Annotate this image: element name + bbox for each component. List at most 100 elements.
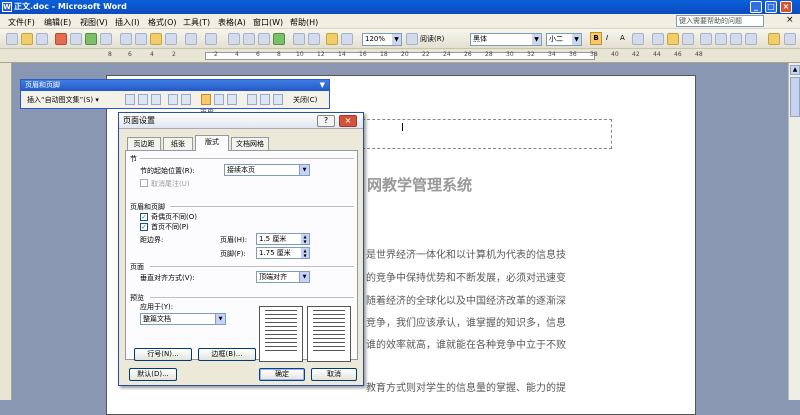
new-document-icon[interactable] xyxy=(6,33,18,45)
menu-format[interactable]: 格式(O) xyxy=(148,17,177,28)
page-setup-icon[interactable] xyxy=(201,94,211,105)
save-icon[interactable] xyxy=(36,33,48,45)
paste-icon[interactable] xyxy=(150,33,162,45)
header-footer-toolbar-title[interactable]: 页眉和页脚 ▼ xyxy=(21,80,329,91)
strikethrough-icon[interactable] xyxy=(632,33,644,45)
insert-table-icon[interactable] xyxy=(258,33,270,45)
insert-time-icon[interactable] xyxy=(181,94,191,105)
format-page-number-icon[interactable] xyxy=(151,94,161,105)
ok-button[interactable]: 确定 xyxy=(259,368,305,381)
spinner-icon[interactable]: ▲ ▼ xyxy=(301,234,309,244)
zoom-select[interactable]: 120% ▼ xyxy=(362,33,402,46)
spinner-icon[interactable]: ▲ ▼ xyxy=(301,248,309,258)
print-preview-icon[interactable] xyxy=(70,33,82,45)
read-mode-button[interactable]: 阅读(R) xyxy=(420,34,444,44)
insert-date-icon[interactable] xyxy=(168,94,178,105)
document-line: 教育方式则对学生的信息量的掌握、能力的提 xyxy=(366,383,566,394)
show-document-text-icon[interactable] xyxy=(214,94,224,105)
justify-icon[interactable] xyxy=(667,33,679,45)
switch-header-footer-icon[interactable] xyxy=(247,94,257,105)
first-page-different-checkbox[interactable]: ✓ xyxy=(140,223,148,231)
menu-tools[interactable]: 工具(T) xyxy=(183,17,210,28)
vertical-ruler[interactable] xyxy=(0,63,12,400)
menu-help[interactable]: 帮助(H) xyxy=(290,17,318,28)
tab-margins[interactable]: 页边距 xyxy=(127,137,161,150)
columns-icon[interactable] xyxy=(293,33,305,45)
redo-icon[interactable] xyxy=(205,33,217,45)
decrease-indent-icon[interactable] xyxy=(730,33,742,45)
vertical-alignment-select[interactable]: 顶端对齐 ▼ xyxy=(256,271,310,283)
tab-paper[interactable]: 纸张 xyxy=(163,137,193,150)
ruler-number: 18 xyxy=(380,51,388,58)
scroll-up-icon[interactable]: ▲ xyxy=(790,65,800,75)
scroll-thumb[interactable] xyxy=(790,77,800,117)
menu-file[interactable]: 文件(F) xyxy=(8,17,35,28)
odd-even-different-checkbox[interactable]: ✓ xyxy=(140,213,148,221)
section-start-select[interactable]: 接续本页 ▼ xyxy=(224,164,310,176)
show-formatting-icon[interactable] xyxy=(341,33,353,45)
header-distance-input[interactable]: 1.5 厘米 ▲ ▼ xyxy=(256,233,310,245)
copy-icon[interactable] xyxy=(135,33,147,45)
spelling-icon[interactable] xyxy=(85,33,97,45)
drawing-icon[interactable] xyxy=(308,33,320,45)
insert-page-number-icon[interactable] xyxy=(125,94,135,105)
bold-button[interactable]: B xyxy=(590,32,602,45)
dialog-help-button[interactable]: ? xyxy=(317,115,335,127)
show-next-icon[interactable] xyxy=(273,94,283,105)
minimize-button[interactable]: _ xyxy=(750,1,762,13)
borders-button[interactable]: 边框(B)... xyxy=(198,348,256,361)
close-document-button[interactable]: × xyxy=(786,15,794,25)
format-painter-icon[interactable] xyxy=(165,33,177,45)
footer-distance-input[interactable]: 1.75 厘米 ▲ ▼ xyxy=(256,247,310,259)
menu-table[interactable]: 表格(A) xyxy=(218,17,246,28)
print-icon[interactable] xyxy=(55,33,67,45)
apply-to-select[interactable]: 整篇文档 ▼ xyxy=(140,313,226,325)
numbering-icon[interactable] xyxy=(700,33,712,45)
same-as-previous-icon[interactable] xyxy=(227,94,237,105)
menu-view[interactable]: 视图(V) xyxy=(80,17,108,28)
open-folder-icon[interactable] xyxy=(21,33,33,45)
dialog-close-button[interactable]: × xyxy=(339,115,357,127)
character-scale-button[interactable]: A xyxy=(620,34,625,42)
close-header-footer-button[interactable]: 关闭(C) xyxy=(293,95,317,105)
default-button[interactable]: 默认(D)... xyxy=(129,368,177,381)
close-window-button[interactable]: × xyxy=(780,1,792,13)
align-left-icon[interactable] xyxy=(652,33,664,45)
insert-page-count-icon[interactable] xyxy=(138,94,148,105)
help-search-input[interactable]: 键入需要帮助的问题 xyxy=(676,15,764,27)
toolbar-options-icon[interactable]: ▼ xyxy=(320,80,325,91)
font-size-select[interactable]: 小二 ▼ xyxy=(546,33,582,46)
cancel-button[interactable]: 取消 xyxy=(311,368,357,381)
show-previous-icon[interactable] xyxy=(260,94,270,105)
menu-window[interactable]: 窗口(W) xyxy=(253,17,283,28)
menu-insert[interactable]: 插入(I) xyxy=(115,17,140,28)
tables-borders-icon[interactable] xyxy=(243,33,255,45)
dialog-title-bar[interactable]: 页面设置 ? × xyxy=(119,113,363,129)
chevron-down-icon: ▼ xyxy=(215,314,225,324)
font-color-icon[interactable] xyxy=(768,33,780,45)
menu-edit[interactable]: 编辑(E) xyxy=(44,17,71,28)
italic-button[interactable]: I xyxy=(606,34,608,42)
research-icon[interactable] xyxy=(100,33,112,45)
insert-excel-icon[interactable] xyxy=(273,33,285,45)
page-setup-dialog: 页面设置 ? × 页边距 纸张 版式 文档网格 节 节的起始位置(R): 接续本… xyxy=(118,112,364,386)
document-map-icon[interactable] xyxy=(326,33,338,45)
maximize-button[interactable]: □ xyxy=(765,1,777,13)
font-select[interactable]: 黑体 ▼ xyxy=(470,33,542,46)
help-icon[interactable] xyxy=(406,33,418,45)
line-spacing-icon[interactable] xyxy=(682,33,694,45)
insert-autotext-button[interactable]: 插入“自动图文集”(S) ▾ xyxy=(27,95,99,105)
tab-document-grid[interactable]: 文档网格 xyxy=(231,137,269,150)
bullets-icon[interactable] xyxy=(715,33,727,45)
hyperlink-icon[interactable] xyxy=(228,33,240,45)
vertical-scrollbar[interactable]: ▲ xyxy=(788,63,800,400)
font-size-value: 小二 xyxy=(549,35,563,43)
undo-icon[interactable] xyxy=(185,33,197,45)
horizontal-ruler[interactable]: 8 6 4 2 2 4 6 8 10 12 14 16 18 20 22 24 … xyxy=(0,49,800,63)
toolbar-options-icon[interactable] xyxy=(784,33,796,45)
cut-icon[interactable] xyxy=(120,33,132,45)
line-numbers-button[interactable]: 行号(N)... xyxy=(134,348,192,361)
tab-layout[interactable]: 版式 xyxy=(195,135,229,151)
header-area[interactable] xyxy=(352,119,612,149)
increase-indent-icon[interactable] xyxy=(745,33,757,45)
